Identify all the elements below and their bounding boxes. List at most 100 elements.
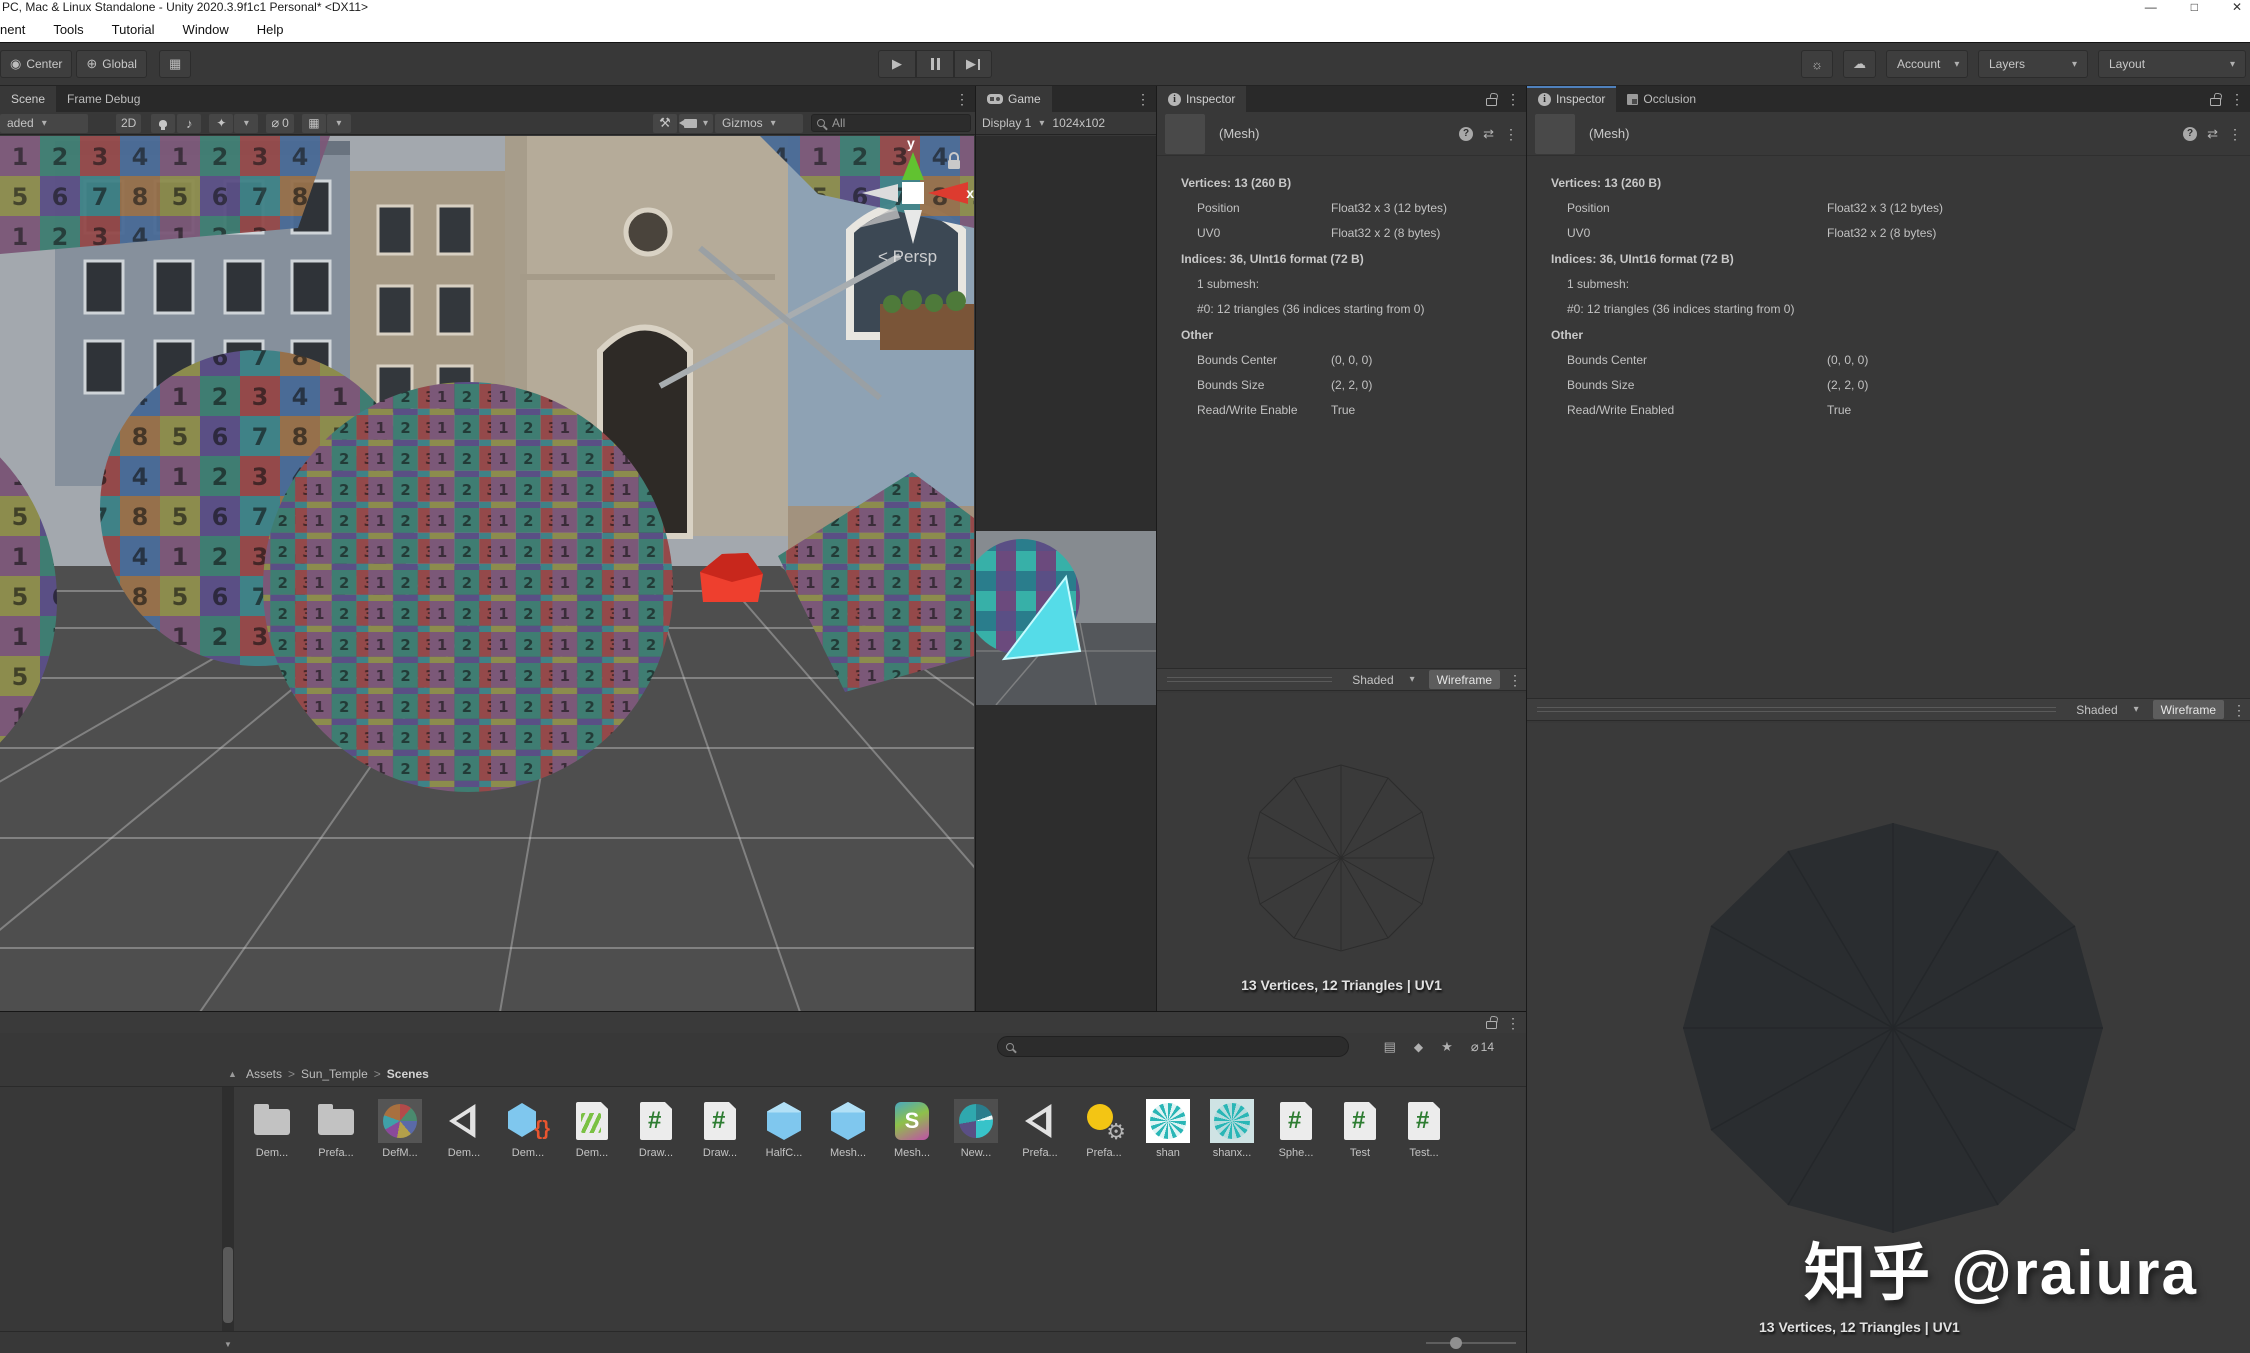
resolution-dropdown[interactable]: 1024x102	[1052, 116, 1105, 130]
scrollbar-thumb[interactable]	[223, 1247, 233, 1323]
scene-grid-button[interactable]: ▦	[302, 114, 326, 133]
layers-dropdown[interactable]: Layers ▾	[1978, 50, 2088, 78]
menu-window[interactable]: Window	[183, 22, 229, 37]
thumbnail-size-slider[interactable]	[1426, 1342, 1516, 1344]
scene-viewport[interactable]: 1234 5678	[0, 136, 974, 1011]
step-button[interactable]: ▶	[954, 50, 992, 78]
project-item[interactable]: Sphe...	[1274, 1099, 1318, 1159]
presets-icon[interactable]: ⇄	[2207, 126, 2218, 142]
game-menu-kebab-icon[interactable]: ⋮	[1136, 92, 1150, 106]
pivot-global-button[interactable]: ⊕ Global	[76, 50, 147, 78]
tab-game[interactable]: Game	[976, 86, 1052, 112]
project-item[interactable]: Draw...	[634, 1099, 678, 1159]
project-item[interactable]: HalfC...	[762, 1099, 806, 1159]
cloud-services-button[interactable]: ☁	[1843, 50, 1876, 78]
mesh-preview[interactable]: 13 Vertices, 12 Triangles | UV1	[1157, 693, 1526, 1011]
project-item[interactable]: shan	[1146, 1099, 1190, 1159]
project-search-field[interactable]	[997, 1036, 1349, 1057]
scene-tools-button[interactable]: ⚒	[653, 114, 677, 133]
pivot-center-button[interactable]: ◉ Center	[0, 50, 72, 78]
help-icon[interactable]: ?	[2183, 127, 2197, 141]
gizmo-y-label[interactable]: y	[907, 136, 915, 151]
project-item[interactable]: New...	[954, 1099, 998, 1159]
scene-camera-dropdown[interactable]: ▾	[679, 114, 713, 133]
kebab-icon[interactable]: ⋮	[1504, 127, 1518, 141]
maximize-button[interactable]: □	[2191, 0, 2198, 14]
scene-effects-dropdown[interactable]: ▾	[234, 114, 258, 133]
project-item[interactable]: Prefa...	[1018, 1099, 1062, 1159]
display-dropdown[interactable]: Display 1	[982, 116, 1031, 130]
collapse-arrow-icon[interactable]: ▲	[228, 1069, 240, 1079]
account-dropdown[interactable]: Account ▾	[1886, 50, 1968, 78]
filter-by-label-icon[interactable]: ◆	[1414, 1040, 1423, 1054]
scene-effects-button[interactable]: ✦	[209, 114, 233, 133]
preview-drag-handle[interactable]	[1167, 677, 1332, 682]
preview-kebab-icon[interactable]: ⋮	[2232, 703, 2246, 717]
project-item[interactable]: DefM...	[378, 1099, 422, 1159]
breadcrumb-assets[interactable]: Assets	[246, 1067, 282, 1081]
lock-icon[interactable]	[1486, 1021, 1497, 1029]
lock-icon[interactable]	[1486, 98, 1497, 106]
menu-component[interactable]: nent	[0, 22, 25, 37]
preview-wireframe-toggle[interactable]: Wireframe	[2153, 700, 2224, 719]
menu-help[interactable]: Help	[257, 22, 284, 37]
minimize-button[interactable]: —	[2145, 0, 2157, 14]
preview-shaded-dropdown[interactable]: Shaded ▾	[1346, 670, 1420, 689]
scene-search-input[interactable]	[811, 114, 971, 132]
close-button[interactable]: ✕	[2232, 0, 2242, 14]
help-icon[interactable]: ?	[1459, 127, 1473, 141]
project-item[interactable]: Dem...	[250, 1099, 294, 1159]
project-item[interactable]: Dem...	[442, 1099, 486, 1159]
tab-frame-debug[interactable]: Frame Debug	[56, 86, 151, 112]
gizmos-dropdown[interactable]: Gizmos ▾	[715, 114, 803, 133]
preview-wireframe-toggle[interactable]: Wireframe	[1429, 670, 1500, 689]
project-item[interactable]: Test	[1338, 1099, 1382, 1159]
grid-snap-button[interactable]: ▦	[159, 50, 191, 78]
filter-by-type-icon[interactable]: ▤	[1384, 1039, 1396, 1055]
inspector-kebab-icon[interactable]: ⋮	[1506, 92, 1520, 106]
tab-occlusion[interactable]: Occlusion	[1616, 86, 1707, 112]
preview-kebab-icon[interactable]: ⋮	[1508, 673, 1522, 687]
scene-audio-button[interactable]: ♪	[177, 114, 201, 133]
project-item[interactable]: Mesh...	[826, 1099, 870, 1159]
presets-icon[interactable]: ⇄	[1483, 126, 1494, 142]
project-folder-tree[interactable]	[0, 1087, 222, 1331]
tab-inspector-left[interactable]: i Inspector	[1157, 86, 1246, 112]
preview-packages-button[interactable]: ☼	[1801, 50, 1833, 78]
project-item[interactable]: Dem...	[570, 1099, 614, 1159]
layout-dropdown[interactable]: Layout ▾	[2098, 50, 2246, 78]
menu-tutorial[interactable]: Tutorial	[112, 22, 155, 37]
preview-drag-handle[interactable]	[1537, 707, 2056, 712]
scene-lighting-button[interactable]	[151, 114, 175, 133]
project-item[interactable]: shanx...	[1210, 1099, 1254, 1159]
breadcrumb-scenes[interactable]: Scenes	[387, 1067, 429, 1081]
scroll-down-arrow-icon[interactable]: ▼	[222, 1340, 234, 1349]
toggle-2d-button[interactable]: 2D	[116, 114, 141, 133]
preview-shaded-dropdown[interactable]: Shaded ▾	[2070, 700, 2144, 719]
project-item[interactable]: Prefa...	[1082, 1099, 1126, 1159]
kebab-icon[interactable]: ⋮	[2228, 127, 2242, 141]
tab-inspector-right[interactable]: i Inspector	[1527, 86, 1616, 112]
project-kebab-icon[interactable]: ⋮	[1506, 1016, 1520, 1030]
project-item[interactable]: Mesh...	[890, 1099, 934, 1159]
scene-menu-kebab-icon[interactable]: ⋮	[955, 92, 969, 106]
gizmo-x-label[interactable]: x	[966, 185, 974, 201]
project-item[interactable]: Test...	[1402, 1099, 1446, 1159]
project-search-input[interactable]	[1020, 1040, 1320, 1054]
pause-button[interactable]	[916, 50, 954, 78]
hidden-packages-count[interactable]: ⌀ 14	[1471, 1039, 1494, 1055]
inspector-kebab-icon[interactable]: ⋮	[2230, 92, 2244, 106]
project-item[interactable]: Prefa...	[314, 1099, 358, 1159]
slider-thumb[interactable]	[1450, 1337, 1462, 1349]
draw-mode-dropdown[interactable]: aded ▾	[0, 114, 88, 133]
hidden-objects-button[interactable]: ⌀ 0	[266, 114, 294, 133]
persp-label[interactable]: < Persp	[878, 247, 937, 266]
scene-grid-dropdown[interactable]: ▾	[327, 114, 351, 133]
project-item[interactable]: Draw...	[698, 1099, 742, 1159]
tree-scrollbar[interactable]	[222, 1087, 234, 1331]
tab-scene[interactable]: Scene	[0, 86, 56, 112]
project-item[interactable]: Dem...	[506, 1099, 550, 1159]
favorites-star-icon[interactable]: ★	[1441, 1039, 1453, 1055]
menu-tools[interactable]: Tools	[53, 22, 83, 37]
lock-icon[interactable]	[2210, 98, 2221, 106]
